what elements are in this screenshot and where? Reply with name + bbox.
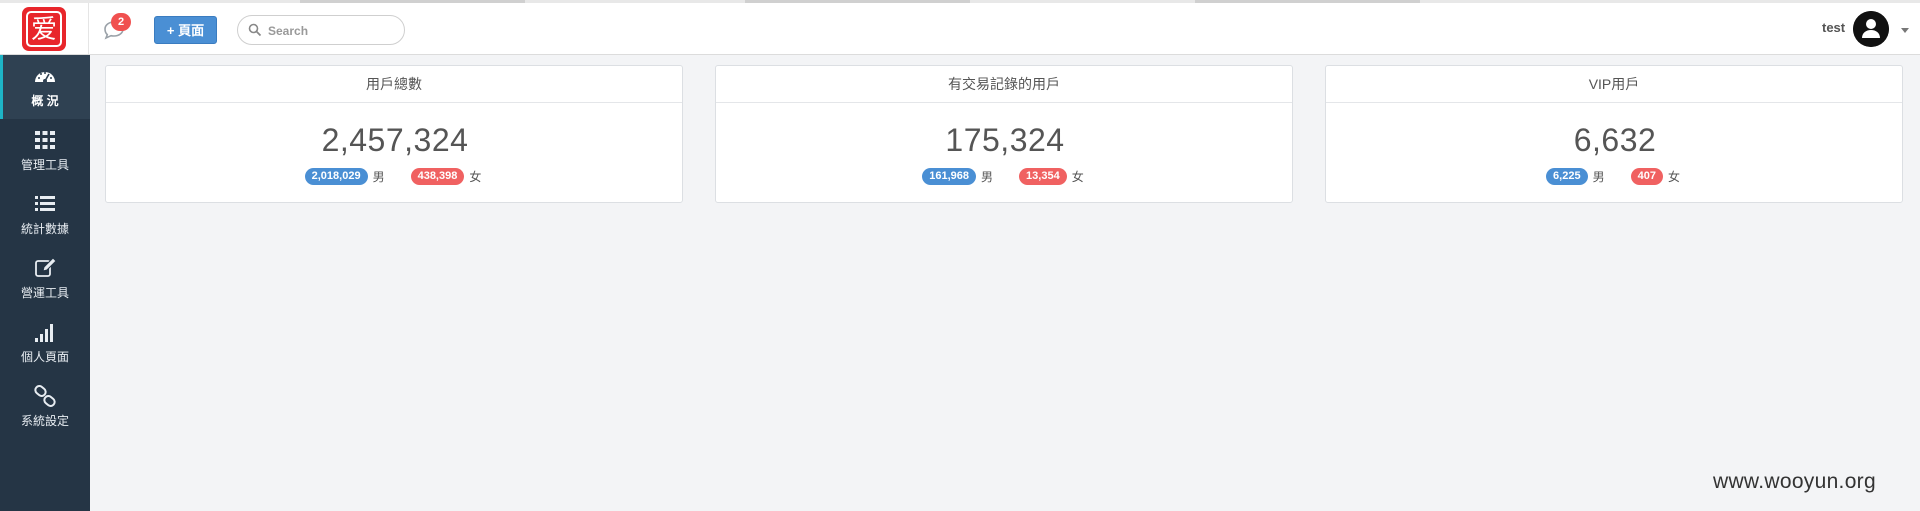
gender-breakdown: 2,018,029 男 438,398 女 (106, 168, 684, 185)
sidebar-item-management-tools[interactable]: 管理工具 (0, 119, 90, 183)
female-count-badge: 438,398 (410, 168, 465, 185)
sidebar-item-personal-page[interactable]: 個人頁面 (0, 311, 90, 375)
gender-breakdown: 6,225 男 407 女 (1326, 168, 1904, 185)
sidebar-item-label: 管理工具 (20, 158, 69, 172)
stat-card-vip-users: VIP用戶 6,632 6,225 男 407 女 (1325, 65, 1903, 203)
female-label: 女 (1667, 170, 1680, 184)
male-count-badge: 2,018,029 (304, 168, 368, 185)
sidebar-item-label: 概 況 (31, 94, 59, 108)
sidebar-item-label: 個人頁面 (20, 350, 69, 364)
gender-breakdown: 161,968 男 13,354 女 (716, 168, 1294, 185)
card-title: 用戶總數 (106, 66, 682, 103)
female-label: 女 (1071, 170, 1084, 184)
male-count-badge: 6,225 (1546, 168, 1588, 185)
card-total: 2,457,324 (321, 122, 469, 158)
male-label: 男 (372, 170, 385, 184)
username[interactable]: test (1822, 20, 1845, 35)
card-title: 有交易記錄的用戶 (716, 66, 1292, 103)
logo-char: 爱 (26, 11, 62, 47)
notification-badge: 2 (111, 13, 131, 31)
sidebar-item-statistics[interactable]: 統計數據 (0, 183, 90, 247)
top-header: 爱 2 + 頁面 test (0, 3, 1920, 55)
grid-icon (35, 131, 55, 149)
female-label: 女 (469, 170, 482, 184)
sidebar-item-operations-tools[interactable]: 營運工具 (0, 247, 90, 311)
stat-card-transacting-users: 有交易記錄的用戶 175,324 161,968 男 13,354 女 (715, 65, 1293, 203)
app-logo[interactable]: 爱 (22, 7, 66, 51)
male-label: 男 (1592, 170, 1605, 184)
watermark: www.wooyun.org (1713, 470, 1876, 493)
card-title: VIP用戶 (1326, 66, 1902, 103)
stat-card-total-users: 用戶總數 2,457,324 2,018,029 男 438,398 女 (105, 65, 683, 203)
female-count-badge: 407 (1630, 168, 1663, 185)
sidebar-item-label: 系統設定 (20, 414, 69, 428)
card-total: 6,632 (1573, 122, 1657, 158)
edit-icon (35, 257, 57, 277)
card-total: 175,324 (945, 122, 1065, 158)
sidebar: 概 況 管理工具 統計數據 營運工具 個人頁面 系統設定 (0, 55, 90, 511)
search-icon (248, 23, 262, 37)
new-page-button[interactable]: + 頁面 (154, 16, 217, 44)
dashboard-icon (35, 72, 55, 83)
sidebar-item-system-settings[interactable]: 系統設定 (0, 375, 90, 439)
search-input[interactable] (266, 21, 400, 41)
search-box[interactable] (237, 15, 405, 45)
male-label: 男 (981, 170, 994, 184)
sidebar-item-label: 統計數據 (20, 222, 69, 236)
female-count-badge: 13,354 (1019, 168, 1067, 185)
header-divider (88, 3, 89, 54)
sidebar-item-overview[interactable]: 概 況 (0, 55, 90, 119)
user-avatar-icon[interactable] (1853, 11, 1889, 47)
sidebar-item-label: 營運工具 (20, 286, 69, 300)
list-icon (35, 196, 55, 211)
chevron-down-icon[interactable] (1901, 28, 1909, 33)
male-count-badge: 161,968 (922, 168, 977, 185)
signal-bars-icon (35, 324, 53, 342)
link-icon (34, 385, 56, 407)
